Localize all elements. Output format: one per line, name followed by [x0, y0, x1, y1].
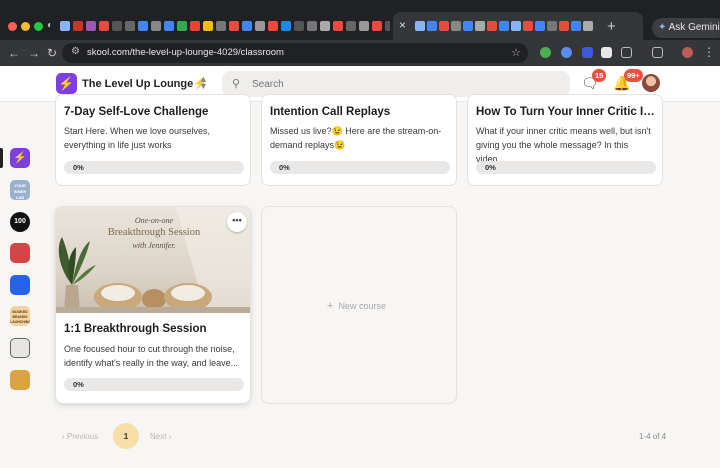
chevron-updown-icon[interactable]: ▲ ▼: [199, 75, 208, 91]
course-description: One focused hour to cut through the nois…: [64, 344, 239, 368]
tab-favicons: [415, 21, 593, 31]
back-arrow-icon[interactable]: ←: [8, 45, 20, 61]
cover-line-2: Breakthrough Session: [107, 227, 201, 238]
chevron-left-icon: ‹: [62, 432, 65, 441]
user-avatar[interactable]: [642, 74, 660, 92]
rail-group-100[interactable]: 100: [10, 212, 30, 232]
minimize-window-button[interactable]: [21, 22, 30, 31]
tab-strip[interactable]: [60, 18, 390, 34]
extension-icon[interactable]: [582, 47, 593, 58]
extension-icon[interactable]: [561, 47, 572, 58]
page-number-current[interactable]: 1: [113, 423, 139, 449]
chat-unread-badge: 15: [592, 69, 607, 82]
course-progress-bar: 0%: [270, 161, 450, 174]
course-progress-bar: 0%: [476, 161, 656, 174]
rail-group-4[interactable]: [10, 243, 30, 263]
profile-avatar-icon[interactable]: [682, 47, 693, 58]
rail-group-7[interactable]: [10, 338, 30, 358]
course-title[interactable]: 1:1 Breakthrough Session: [64, 323, 244, 335]
puzzle-icon[interactable]: [621, 47, 632, 58]
course-description: Start Here. When we love ourselves, ever…: [64, 126, 211, 150]
browser-tab-bar: ◐ × + ✦ Ask Gemini: [0, 0, 720, 40]
course-progress-bar: 0%: [64, 378, 244, 391]
search-icon: ⚲: [232, 78, 241, 90]
course-description: Missed us live?😉 Here are the stream-on-…: [270, 126, 442, 150]
extension-icon[interactable]: [601, 47, 612, 58]
zoom-window-button[interactable]: [34, 22, 43, 31]
menu-kebab-icon[interactable]: ⋮: [703, 44, 715, 60]
cover-line-1: One-on-one: [134, 216, 174, 225]
browser-toolbar: ← → ↻ ⚙ skool.com/the-level-up-lounge-40…: [0, 40, 720, 66]
previous-label: Previous: [66, 432, 99, 441]
next-label: Next: [150, 432, 167, 441]
close-tab-icon[interactable]: ×: [399, 18, 406, 32]
new-course-text: New course: [338, 301, 386, 311]
bookmark-star-icon[interactable]: ☆: [511, 46, 521, 59]
cover-line-3: with Jennifer.: [132, 241, 176, 250]
ask-gemini-button[interactable]: ✦ Ask Gemini: [652, 18, 720, 38]
new-tab-button[interactable]: +: [607, 18, 616, 35]
course-progress-bar: 0%: [64, 161, 244, 174]
more-options-button[interactable]: •••: [227, 212, 247, 232]
group-logo[interactable]: ⚡: [56, 73, 77, 94]
side-panel-icon[interactable]: [652, 47, 663, 58]
search-input[interactable]: [252, 76, 552, 92]
new-course-label: + New course: [327, 300, 386, 312]
course-card[interactable]: 7-Day Self-Love Challenge Start Here. Wh…: [55, 94, 251, 186]
site-info-icon[interactable]: ⚙: [71, 46, 80, 57]
course-progress-label: 0%: [279, 163, 290, 172]
course-card[interactable]: One-on-one Breakthrough Session with Jen…: [55, 206, 251, 404]
course-cover-image[interactable]: One-on-one Breakthrough Session with Jen…: [56, 207, 250, 313]
course-title[interactable]: 7-Day Self-Love Challenge: [64, 106, 244, 118]
reload-icon[interactable]: ↻: [47, 45, 57, 61]
chrome-icon[interactable]: ◐: [47, 20, 53, 31]
rail-group-8[interactable]: [10, 370, 30, 390]
group-name[interactable]: The Level Up Lounge⚡: [82, 77, 207, 90]
grammarly-extension-icon[interactable]: [540, 47, 551, 58]
forward-arrow-icon[interactable]: →: [28, 45, 40, 61]
rail-active-indicator: [0, 148, 3, 168]
active-tab[interactable]: ×: [393, 12, 643, 40]
course-card[interactable]: How To Turn Your Inner Critic Into... Wh…: [467, 94, 663, 186]
rail-group-level-up-lounge[interactable]: ⚡: [10, 148, 30, 168]
course-progress-label: 0%: [73, 380, 84, 389]
rail-group-5[interactable]: [10, 275, 30, 295]
gemini-icon: ✦: [658, 22, 667, 33]
plus-icon: +: [327, 300, 334, 312]
course-title[interactable]: How To Turn Your Inner Critic Into...: [476, 106, 656, 118]
next-page-button[interactable]: Next ›: [150, 432, 171, 441]
course-progress-label: 0%: [73, 163, 84, 172]
new-course-button[interactable]: + New course: [261, 206, 457, 404]
rail-group-booked-brands[interactable]: BOOKED BRANDS LAUNCHING: [10, 306, 30, 326]
notification-badge: 99+: [624, 69, 643, 82]
course-card[interactable]: Intention Call Replays Missed us live?😉 …: [261, 94, 457, 186]
course-title[interactable]: Intention Call Replays: [270, 106, 450, 118]
course-description: What if your inner critic means well, bu…: [476, 126, 651, 164]
url-text[interactable]: skool.com/the-level-up-lounge-4029/class…: [87, 47, 284, 58]
address-bar[interactable]: ⚙ skool.com/the-level-up-lounge-4029/cla…: [62, 43, 528, 63]
course-progress-label: 0%: [485, 163, 496, 172]
pagination-range: 1-4 of 4: [639, 432, 667, 441]
ask-gemini-label: Ask Gemini: [668, 22, 720, 33]
close-window-button[interactable]: [8, 22, 17, 31]
rail-group-inner-lab[interactable]: YOUR INNER LAB: [10, 180, 30, 200]
chevron-right-icon: ›: [168, 432, 172, 441]
previous-page-button[interactable]: ‹ Previous: [62, 432, 98, 441]
